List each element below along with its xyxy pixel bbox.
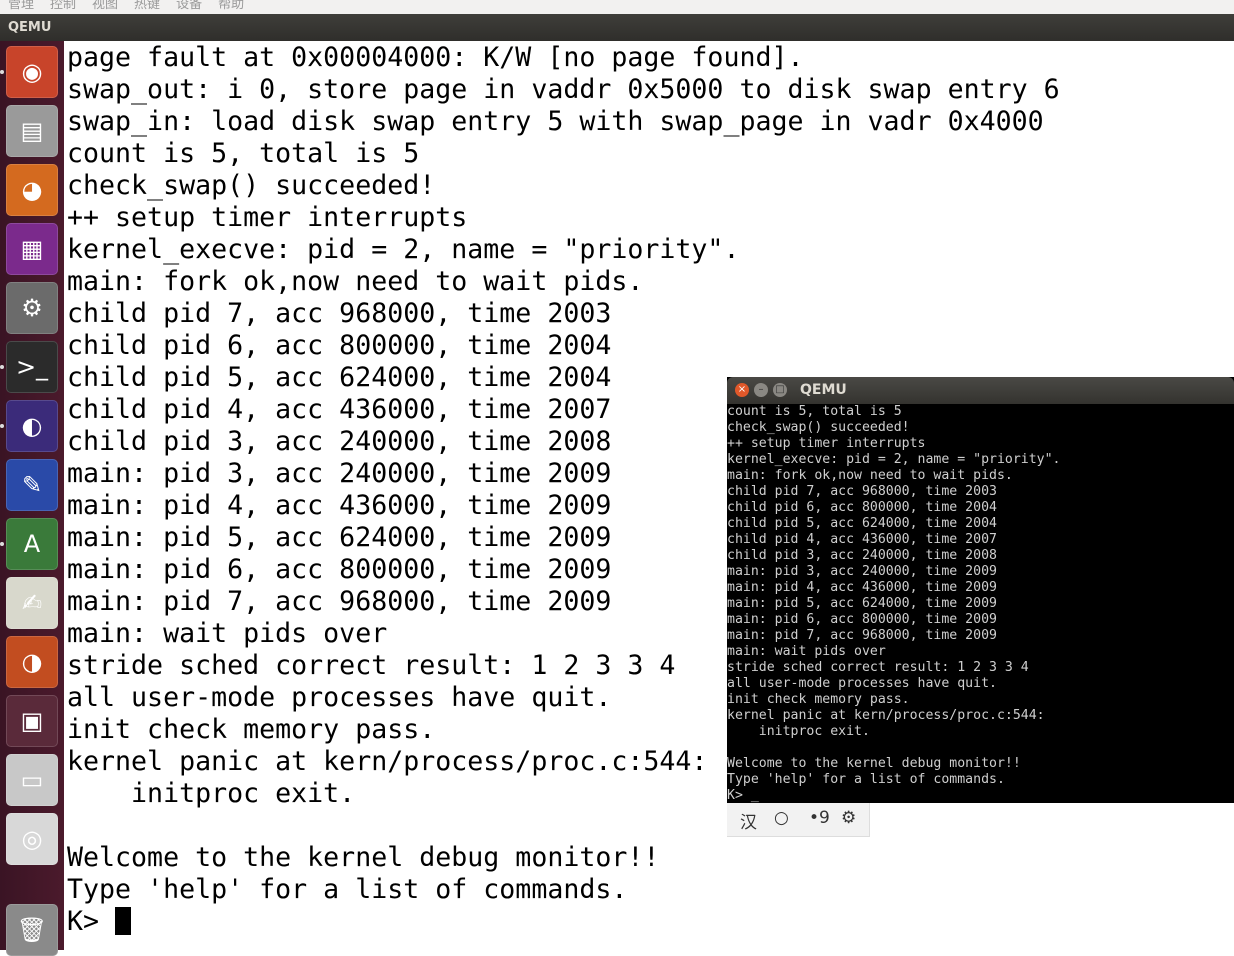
terminal-icon[interactable]: >_ [6,341,58,393]
qemu-window-small[interactable]: × – □ QEMU count is 5, total is 5 check_… [727,377,1234,803]
launcher-glyph: ⚙ [21,294,43,322]
launcher-glyph: ✍ [21,589,43,617]
chinese-mode-icon[interactable]: 汉 [740,808,757,833]
input-method-toolbar: 汉 ○ •9 ⚙ [727,803,870,837]
launcher-glyph: A [23,530,41,558]
cdrom-icon[interactable]: ◎ [6,813,58,865]
running-indicator [0,365,4,369]
software-icon[interactable]: ▦ [6,223,58,275]
launcher-glyph: ◑ [21,648,43,676]
app-icon[interactable]: ◑ [6,636,58,688]
menu-item[interactable]: 视图 [92,0,118,11]
menu-item[interactable]: 帮助 [218,0,244,11]
window-title: QEMU [8,20,52,35]
half-width-icon[interactable]: ○ [774,808,789,828]
window-titlebar[interactable]: QEMU [0,14,1234,41]
vm-menubar: 管理 控制 视图 热键 设备 帮助 [0,0,1234,14]
launcher-glyph: ◕ [21,176,43,204]
close-icon[interactable]: × [735,383,749,397]
menu-item[interactable]: 管理 [8,0,34,11]
launcher-glyph: ▭ [20,766,44,794]
eclipse-icon[interactable]: ◐ [6,400,58,452]
launcher-glyph: ◉ [21,58,43,86]
running-indicator [0,542,4,546]
punctuation-icon[interactable]: •9 [809,808,830,828]
running-indicator [0,70,4,74]
qemu-small-title: QEMU [800,382,847,398]
launcher-glyph: ▤ [20,117,44,145]
menu-item[interactable]: 设备 [176,0,202,11]
gear-icon[interactable]: ⚙ [841,808,856,828]
maximize-icon[interactable]: □ [773,383,787,397]
settings-icon[interactable]: ⚙ [6,282,58,334]
launcher-glyph: ◎ [21,825,43,853]
launcher-glyph: 🗑 [16,916,48,944]
qemu-small-titlebar[interactable]: × – □ QEMU [727,377,1234,404]
cursor [115,907,132,935]
launcher-glyph: >_ [15,353,49,381]
launcher-glyph: ✎ [21,471,43,499]
ubuntu-dash-icon[interactable]: ◉ [6,46,58,98]
running-indicator [0,424,4,428]
menu-item[interactable]: 热键 [134,0,160,11]
disk-icon[interactable]: ▭ [6,754,58,806]
launcher-glyph: ▦ [20,235,44,263]
menu-item[interactable]: 控制 [50,0,76,11]
launcher-glyph: ◐ [21,412,43,440]
minimize-icon[interactable]: – [754,383,768,397]
updater-icon[interactable]: A [6,518,58,570]
text-editor-icon[interactable]: ✍ [6,577,58,629]
workspace-icon[interactable]: ▣ [6,695,58,747]
files-icon[interactable]: ▤ [6,105,58,157]
qemu-small-console-output: count is 5, total is 5 check_swap() succ… [727,404,1061,803]
unity-launcher: ◉ ▤ ◕ ▦ ⚙ >_ ◐ ✎ A ✍ ◑ ▣ ▭ ◎ 🗑 [0,41,64,956]
trash-icon[interactable]: 🗑 [6,904,58,956]
editor-icon[interactable]: ✎ [6,459,58,511]
launcher-glyph: ▣ [20,707,44,735]
firefox-icon[interactable]: ◕ [6,164,58,216]
